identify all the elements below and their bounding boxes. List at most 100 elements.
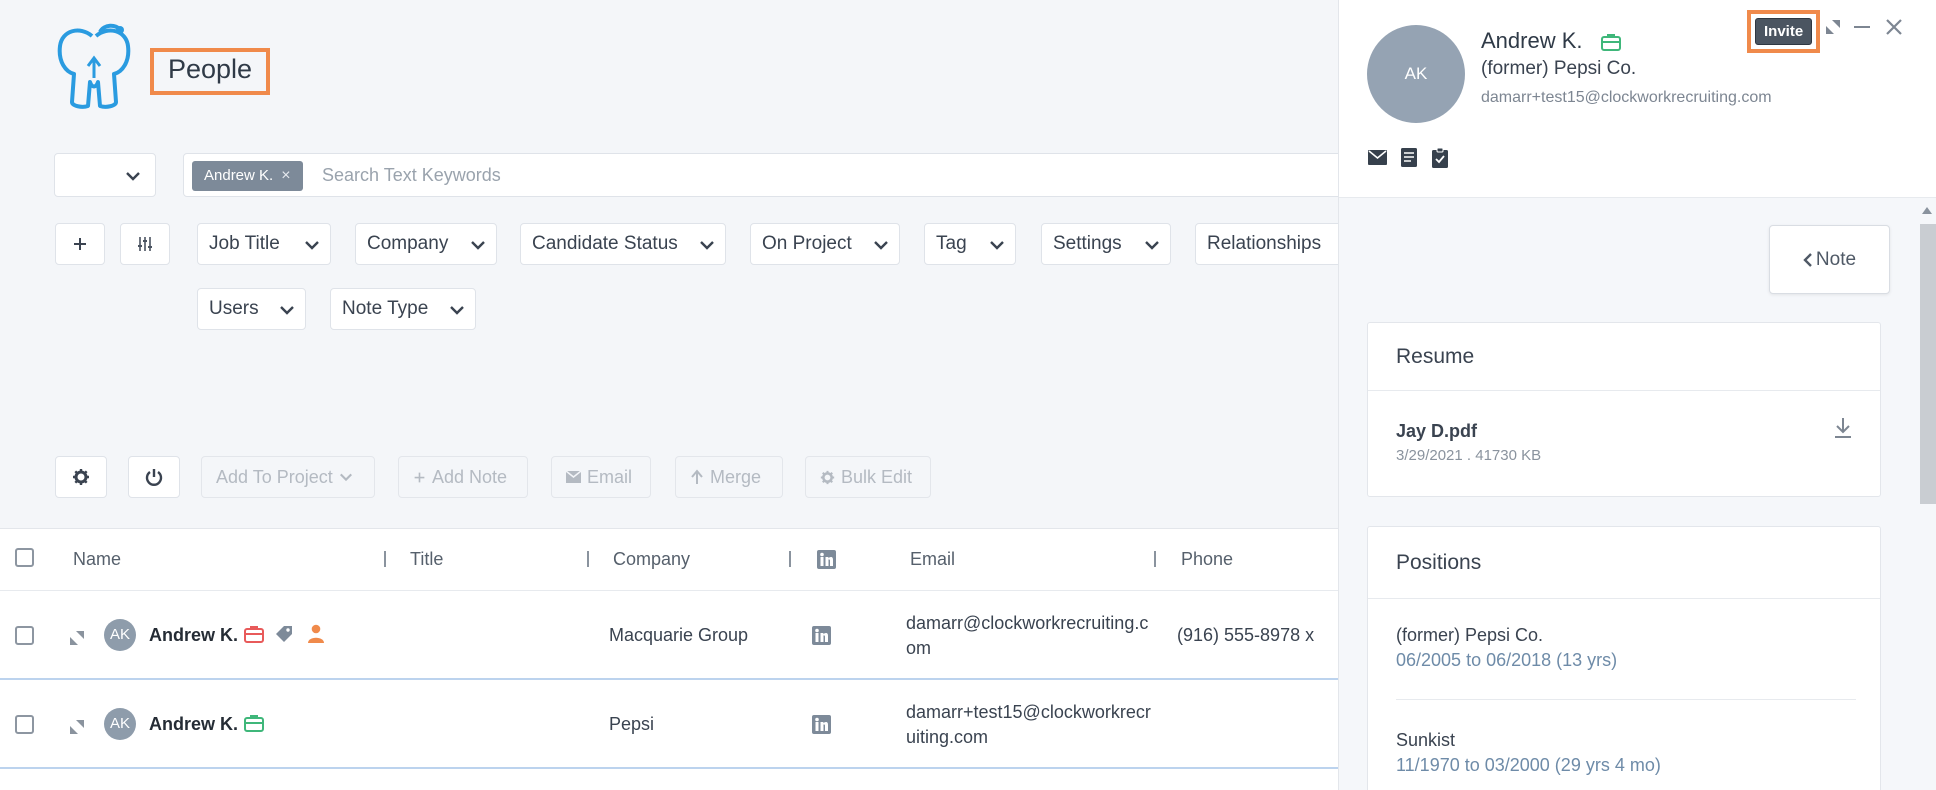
chevron-down-icon xyxy=(450,306,464,315)
row-email[interactable]: damarr@clockworkrecruiting.c om xyxy=(906,611,1156,661)
expand-icon[interactable] xyxy=(1826,20,1840,34)
avatar: AK xyxy=(1367,25,1465,123)
note-toggle-button[interactable]: Note xyxy=(1769,225,1890,294)
positions-title: Positions xyxy=(1368,527,1880,599)
filter-tag[interactable]: Tag xyxy=(924,223,1016,265)
search-bar[interactable]: Andrew K. × xyxy=(183,153,1338,197)
resume-file-meta: 3/29/2021 . 41730 KB xyxy=(1396,447,1542,464)
page-title: People xyxy=(150,48,271,95)
filter-note-type[interactable]: Note Type xyxy=(330,288,476,330)
row-checkbox[interactable] xyxy=(15,626,34,645)
email-label: Email xyxy=(587,467,633,487)
column-resizer[interactable] xyxy=(1154,551,1156,567)
linkedin-icon[interactable] xyxy=(812,715,831,734)
plus-icon xyxy=(74,238,86,250)
column-resizer[interactable] xyxy=(789,551,791,567)
table-header: Name Title Company Email Phone xyxy=(0,529,1338,591)
invite-highlight: Invite xyxy=(1747,10,1821,53)
expand-icon[interactable] xyxy=(70,720,84,734)
filter-label: Users xyxy=(209,298,259,319)
row-email[interactable]: damarr+test15@clockworkrecr uiting.com xyxy=(906,700,1156,750)
row-checkbox[interactable] xyxy=(15,715,34,734)
person-company: (former) Pepsi Co. xyxy=(1481,58,1637,79)
avatar: AK xyxy=(104,619,136,651)
filter-relationships[interactable]: Relationships xyxy=(1195,223,1338,265)
person-email[interactable]: damarr+test15@clockworkrecruiting.com xyxy=(1481,89,1772,107)
table-settings-button[interactable] xyxy=(55,456,107,498)
chevron-down-icon xyxy=(1145,241,1159,250)
row-phone[interactable]: (916) 555-8978 x xyxy=(1177,625,1314,646)
filter-candidate-status[interactable]: Candidate Status xyxy=(520,223,726,265)
column-resizer[interactable] xyxy=(587,551,589,567)
position-company: Sunkist xyxy=(1396,730,1456,750)
row-company: Pepsi xyxy=(609,714,655,734)
linkedin-column-icon xyxy=(817,550,836,569)
filter-on-project[interactable]: On Project xyxy=(750,223,900,265)
person-detail-panel: AK Andrew K. (former) Pepsi Co. damarr+t… xyxy=(1338,0,1936,790)
chip-remove-icon[interactable]: × xyxy=(281,167,290,184)
select-all-checkbox[interactable] xyxy=(15,548,34,567)
filter-job-title[interactable]: Job Title xyxy=(197,223,331,265)
main-area: People Andrew K. × Job Title Company Cand… xyxy=(0,0,1338,790)
chevron-down-icon xyxy=(700,241,714,250)
filter-label: On Project xyxy=(762,233,852,254)
search-input[interactable] xyxy=(322,154,1222,196)
scrollbar-thumb[interactable] xyxy=(1920,224,1936,504)
row-name[interactable]: Andrew K. xyxy=(149,625,238,646)
positions-card: Positions (former) Pepsi Co. 06/2005 to … xyxy=(1367,526,1881,790)
bulk-edit-button[interactable]: Bulk Edit xyxy=(805,456,931,498)
column-header-phone[interactable]: Phone xyxy=(1181,549,1233,570)
resume-file-name[interactable]: Jay D.pdf xyxy=(1396,421,1477,442)
filter-label: Company xyxy=(367,233,449,254)
add-note-label: Add Note xyxy=(432,467,508,487)
filter-label: Relationships xyxy=(1207,233,1322,254)
email-button[interactable]: Email xyxy=(551,456,651,498)
row-company: Macquarie Group xyxy=(609,625,749,645)
row-name[interactable]: Andrew K. xyxy=(149,714,238,735)
filter-label: Settings xyxy=(1053,233,1122,254)
clipboard-icon[interactable] xyxy=(1432,148,1448,168)
panel-header: AK Andrew K. (former) Pepsi Co. damarr+t… xyxy=(1339,0,1936,198)
position-item: (former) Pepsi Co. 06/2005 to 06/2018 (1… xyxy=(1396,623,1617,673)
filter-settings[interactable]: Settings xyxy=(1041,223,1171,265)
add-note-button[interactable]: Add Note xyxy=(398,456,528,498)
position-dates: 06/2005 to 06/2018 (13 yrs) xyxy=(1396,650,1618,670)
search-chip[interactable]: Andrew K. × xyxy=(192,161,303,191)
refresh-button[interactable] xyxy=(128,456,180,498)
filter-company[interactable]: Company xyxy=(355,223,497,265)
sliders-icon xyxy=(138,237,152,251)
column-header-name[interactable]: Name xyxy=(73,549,121,570)
add-to-project-label: Add To Project xyxy=(216,467,333,487)
briefcase-icon xyxy=(1601,34,1621,51)
bulk-edit-label: Bulk Edit xyxy=(841,467,913,487)
filter-label: Candidate Status xyxy=(532,233,678,254)
position-company: (former) Pepsi Co. xyxy=(1396,625,1544,645)
column-resizer[interactable] xyxy=(384,551,386,567)
close-icon[interactable] xyxy=(1885,18,1903,36)
merge-button[interactable]: Merge xyxy=(675,456,783,498)
table-row[interactable]: AK Andrew K. Pepsi damarr+test15@clockwo… xyxy=(0,680,1338,769)
expand-icon[interactable] xyxy=(70,631,84,645)
download-icon[interactable] xyxy=(1834,417,1852,439)
briefcase-icon xyxy=(244,715,264,732)
filter-settings-button[interactable] xyxy=(120,223,170,265)
minimize-icon[interactable] xyxy=(1853,18,1871,36)
column-header-email[interactable]: Email xyxy=(910,549,955,570)
chevron-left-icon xyxy=(1803,252,1812,267)
document-icon[interactable] xyxy=(1401,148,1417,167)
add-filter-button[interactable] xyxy=(55,223,105,265)
row-email-line: uiting.com xyxy=(906,727,989,747)
briefcase-icon xyxy=(244,626,264,643)
column-header-company[interactable]: Company xyxy=(613,549,690,570)
add-to-project-button[interactable]: Add To Project xyxy=(201,456,375,498)
search-scope-select[interactable] xyxy=(54,153,156,197)
filter-users[interactable]: Users xyxy=(197,288,306,330)
column-header-title[interactable]: Title xyxy=(410,549,443,570)
table-row[interactable]: AK Andrew K. Macquarie Group damarr@cloc… xyxy=(0,591,1338,680)
scroll-up-icon[interactable] xyxy=(1922,206,1932,214)
envelope-icon xyxy=(566,471,581,483)
panel-scrollbar[interactable] xyxy=(1917,200,1936,790)
invite-button[interactable]: Invite xyxy=(1755,18,1813,45)
linkedin-icon[interactable] xyxy=(812,626,831,645)
email-icon[interactable] xyxy=(1368,150,1387,165)
